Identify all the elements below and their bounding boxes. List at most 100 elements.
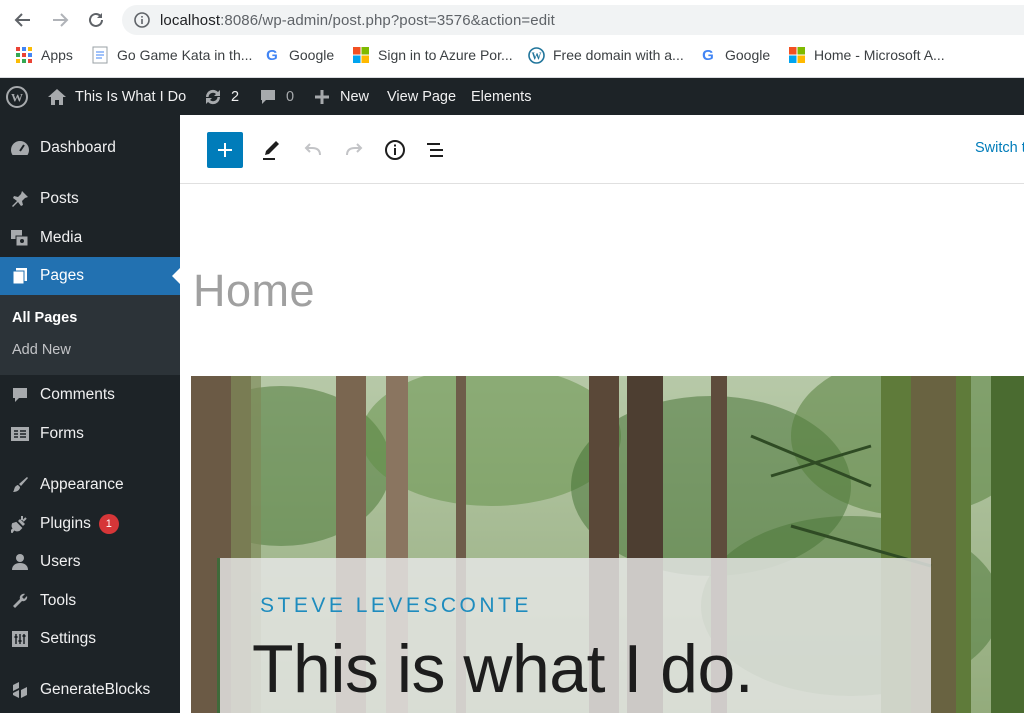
bookmark-label: Home - Microsoft A... (814, 47, 945, 63)
bookmark-go-game-kata[interactable]: Go Game Kata in th... (91, 46, 252, 64)
brush-icon (9, 474, 31, 496)
view-page-label: View Page (387, 88, 457, 105)
list-view-button[interactable] (418, 132, 454, 168)
sidebar-item-label: Tools (40, 592, 77, 609)
info-icon (385, 140, 405, 160)
sidebar-item-label: Dashboard (40, 139, 116, 156)
sidebar-item-tools[interactable]: Tools (0, 582, 180, 620)
forward-arrow-icon (53, 13, 69, 27)
url-path: :8086/wp-admin/post.php?post=3576&action… (220, 11, 555, 29)
sidebar-item-posts[interactable]: Posts (0, 180, 180, 218)
page-icon (91, 46, 109, 64)
sidebar-item-plugins[interactable]: Plugins 1 (0, 505, 180, 543)
svg-text:W: W (531, 51, 541, 62)
comments-menu[interactable]: 0 (259, 78, 294, 115)
sidebar-item-media[interactable]: Media (0, 219, 180, 257)
address-bar[interactable]: localhost:8086/wp-admin/post.php?post=35… (122, 5, 1024, 35)
bookmark-google-2[interactable]: G Google (699, 46, 770, 64)
plus-icon (218, 143, 232, 157)
wp-logo-menu[interactable]: W (6, 78, 28, 115)
url-host: localhost (160, 11, 221, 29)
sidebar-item-dashboard[interactable]: Dashboard (0, 129, 180, 167)
home-icon (48, 88, 66, 105)
view-page-link[interactable]: View Page (387, 78, 456, 115)
redo-button[interactable] (336, 132, 372, 168)
switch-to-draft-link[interactable]: Switch t (975, 140, 1024, 156)
dashboard-icon (9, 137, 31, 159)
hero-title[interactable]: This is what I do. (252, 630, 754, 708)
sidebar-item-label: Settings (40, 630, 97, 647)
bookmark-home-microsoft[interactable]: Home - Microsoft A... (788, 46, 945, 64)
submenu-add-new[interactable]: Add New (12, 342, 71, 358)
site-name-menu[interactable]: This Is What I Do (47, 78, 186, 115)
sidebar-item-label: Appearance (40, 476, 124, 493)
bookmarks-bar: Apps Go Game Kata in th... G Google Sign… (0, 42, 1024, 70)
sidebar-item-label: Comments (40, 386, 115, 403)
info-icon[interactable] (134, 12, 150, 28)
sidebar-item-label: Forms (40, 425, 84, 442)
sidebar-item-appearance[interactable]: Appearance (0, 466, 180, 504)
bookmark-azure-signin[interactable]: Sign in to Azure Por... (352, 46, 513, 64)
settings-icon (9, 628, 31, 650)
wp-admin-bar: W This Is What I Do 2 0 New View Page El… (0, 78, 1024, 115)
plus-icon (315, 89, 329, 104)
google-icon: G (702, 46, 714, 64)
comment-bubble-icon (261, 89, 275, 104)
submenu-all-pages[interactable]: All Pages (12, 310, 77, 326)
media-icon (9, 227, 31, 249)
details-button[interactable] (377, 132, 413, 168)
post-title[interactable]: Home (193, 265, 315, 317)
sidebar-item-label: Users (40, 553, 81, 570)
bookmark-free-domain[interactable]: W Free domain with a... (527, 46, 684, 64)
bookmark-google[interactable]: G Google (263, 46, 334, 64)
sidebar-item-label: Plugins (40, 515, 91, 532)
google-icon: G (266, 46, 278, 64)
forms-icon (9, 423, 31, 445)
sidebar-item-comments[interactable]: Comments (0, 376, 180, 414)
undo-button[interactable] (295, 132, 331, 168)
updates-count: 2 (231, 88, 240, 105)
tools-button[interactable] (253, 132, 289, 168)
hero-text-box[interactable]: STEVE LEVESCONTE This is what I do. (217, 558, 931, 713)
sidebar-item-pages[interactable]: Pages (0, 257, 180, 295)
hero-kicker[interactable]: STEVE LEVESCONTE (260, 594, 532, 618)
bookmark-label: Go Game Kata in th... (117, 47, 253, 63)
back-arrow-icon (14, 13, 30, 27)
admin-sidebar: Dashboard Posts Media Pages All Pages Ad… (0, 115, 180, 713)
bookmark-label: Google (725, 47, 771, 63)
sidebar-item-settings[interactable]: Settings (0, 620, 180, 658)
url-text: localhost:8086/wp-admin/post.php?post=35… (160, 12, 555, 29)
apps-grid-icon (15, 46, 33, 64)
back-button[interactable] (11, 8, 35, 32)
elements-label: Elements (471, 88, 532, 105)
sidebar-item-forms[interactable]: Forms (0, 415, 180, 453)
comment-icon (9, 384, 31, 406)
reload-icon (89, 12, 103, 27)
sidebar-item-generateblocks[interactable]: GenerateBlocks (0, 671, 180, 709)
updates-menu[interactable]: 2 (203, 78, 239, 115)
new-label: New (340, 88, 370, 105)
microsoft-icon (352, 46, 370, 64)
generateblocks-icon (9, 679, 31, 701)
bookmark-apps[interactable]: Apps (15, 46, 73, 64)
plug-icon (9, 513, 31, 535)
browser-chrome: localhost:8086/wp-admin/post.php?post=35… (0, 0, 1024, 78)
forward-button[interactable] (48, 8, 72, 32)
sidebar-item-users[interactable]: Users (0, 543, 180, 581)
add-block-button[interactable] (207, 132, 243, 168)
users-icon (9, 551, 31, 573)
active-indicator (172, 268, 180, 284)
pencil-icon (263, 141, 279, 160)
new-content-menu[interactable]: New (314, 78, 369, 115)
wordpress-logo-icon: W (6, 85, 28, 108)
elements-link[interactable]: Elements (471, 78, 531, 115)
sidebar-item-label: Pages (40, 267, 84, 284)
bookmark-label: Apps (41, 47, 73, 63)
sidebar-item-label: Media (40, 229, 83, 246)
sidebar-item-label: Posts (40, 190, 79, 207)
editor-toolbar: Switch t (180, 115, 1024, 184)
reload-button[interactable] (84, 8, 108, 32)
site-name: This Is What I Do (75, 88, 187, 105)
bookmark-label: Google (289, 47, 335, 63)
bookmark-label: Sign in to Azure Por... (378, 47, 513, 63)
